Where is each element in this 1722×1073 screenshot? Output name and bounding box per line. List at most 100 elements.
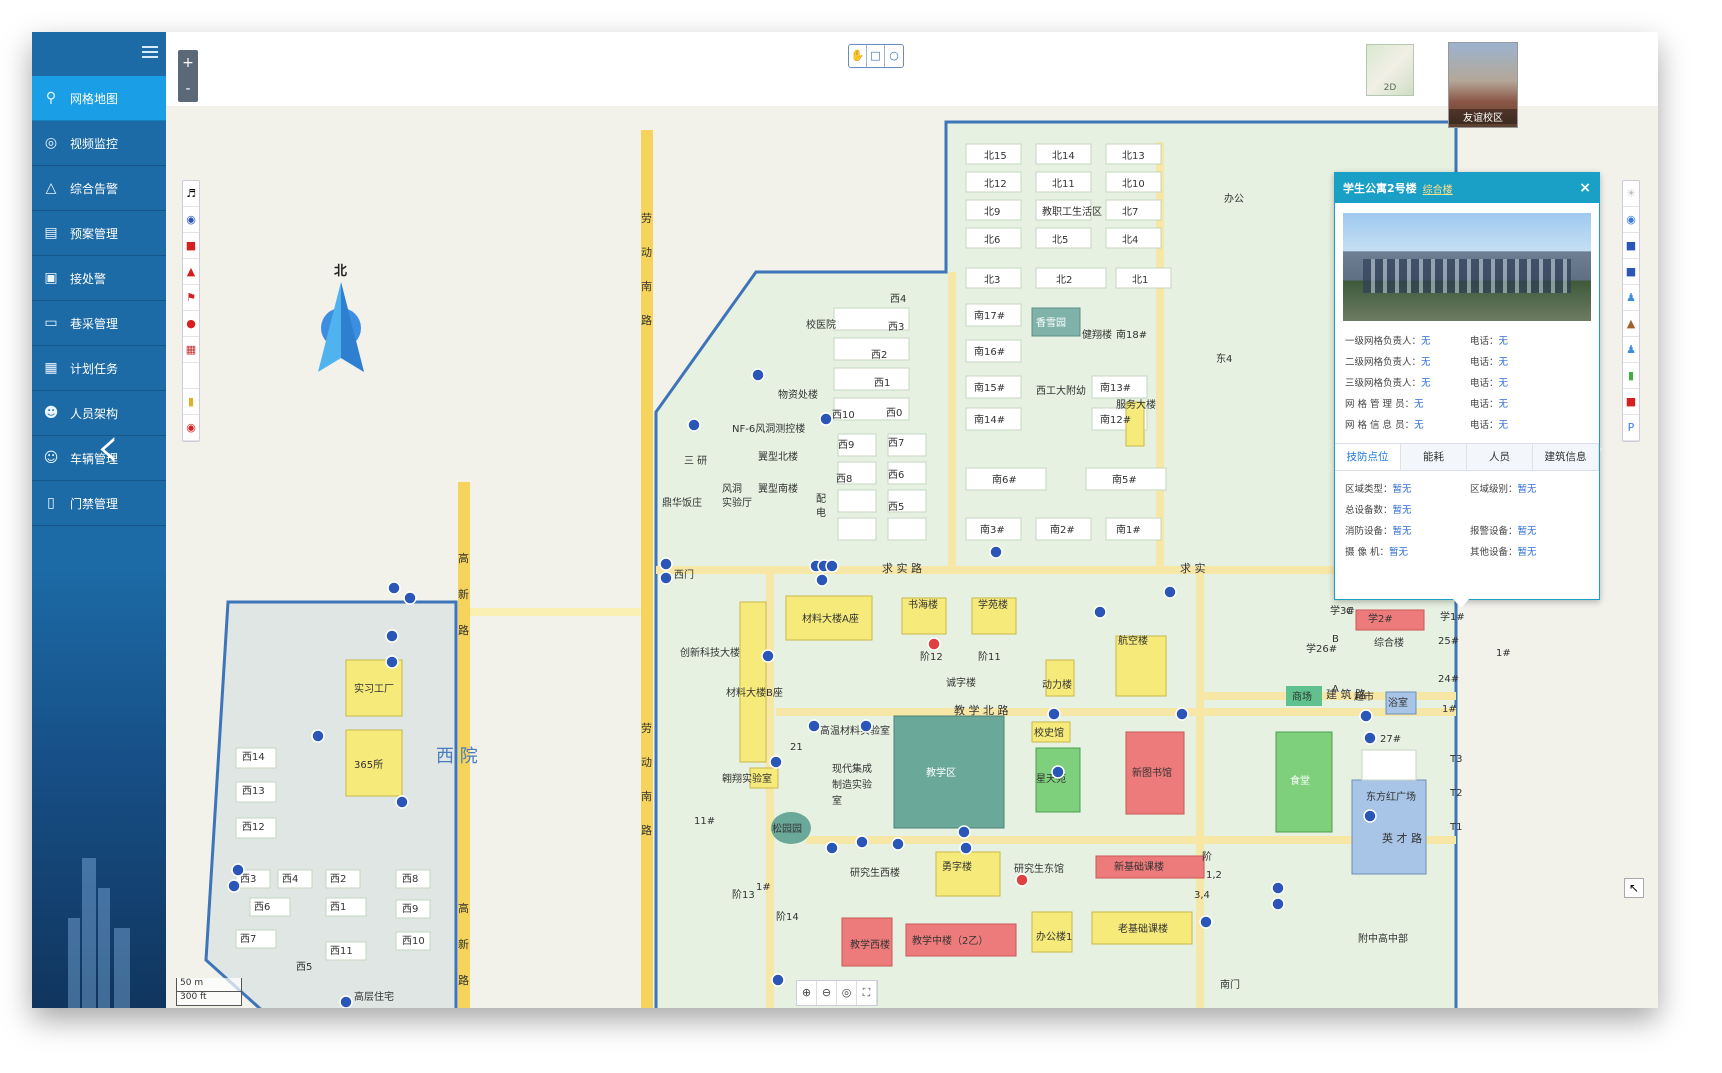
google-icon[interactable]: ◉ — [1623, 207, 1639, 233]
draw-tools: ✋ □ ○ — [848, 44, 904, 68]
svg-text:北4: 北4 — [1122, 234, 1138, 246]
responsible-row: 一级网格负责人：无 — [1345, 336, 1431, 347]
zoom-in-button[interactable]: + — [178, 50, 198, 76]
shop-icon[interactable]: ■ — [1623, 389, 1639, 415]
app-window: ⚲ 网格地图 ◎ 视频监控 △ 综合告警 ▤ 预案管理 ▣ 接处警 ▭ 巷采管理… — [32, 32, 1658, 1008]
svg-text:诚字楼: 诚字楼 — [946, 676, 976, 689]
phone-row: 电话：无 — [1470, 399, 1509, 410]
svg-text:浴室: 浴室 — [1388, 696, 1408, 709]
menu-toggle-icon[interactable] — [142, 46, 158, 62]
campus-switch-button[interactable]: 友谊校区 — [1448, 42, 1518, 128]
tab-energy[interactable]: 能耗 — [1401, 444, 1467, 470]
popup-title-link[interactable]: 综合楼 — [1423, 181, 1453, 196]
svg-text:1#: 1# — [1442, 704, 1457, 715]
svg-text:劳: 劳 — [641, 722, 652, 735]
svg-text:路: 路 — [641, 824, 652, 837]
flag-icon[interactable]: ⚑ — [183, 285, 199, 311]
smoke-detector-icon[interactable]: ● — [183, 311, 199, 337]
blank-tool-icon[interactable] — [183, 363, 199, 389]
pan-hand-icon[interactable]: ✋ — [849, 45, 867, 67]
circle-select-icon[interactable]: ○ — [885, 45, 903, 67]
svg-text:北9: 北9 — [984, 206, 1000, 218]
chevron-left-icon[interactable]: ‹ — [96, 412, 120, 482]
camera-layer-icon[interactable]: ◉ — [183, 207, 199, 233]
svg-text:路: 路 — [641, 314, 652, 327]
building-icon[interactable]: ■ — [1623, 233, 1639, 259]
detail-row: 报警设备：暂无 — [1470, 526, 1537, 537]
pedestrian-icon[interactable]: ♟ — [1623, 337, 1639, 363]
fire-alarm-icon[interactable]: ■ — [183, 233, 199, 259]
sidebar-item-door-access[interactable]: ▯ 门禁管理 — [32, 481, 166, 526]
sun-icon[interactable]: ☀ — [1623, 181, 1639, 207]
person-icon[interactable]: ♟ — [1623, 285, 1639, 311]
svg-text:西7: 西7 — [240, 934, 256, 945]
sidebar-item-plan[interactable]: ▤ 预案管理 — [32, 211, 166, 256]
svg-text:制造实验: 制造实验 — [832, 778, 872, 791]
svg-text:3,4: 3,4 — [1194, 890, 1210, 901]
svg-text:松园园: 松园园 — [772, 822, 802, 835]
sidebar-item-tasks[interactable]: ▦ 计划任务 — [32, 346, 166, 391]
scale-imperial: 300 ft — [176, 992, 242, 1006]
map-bottom-tools: ⊕ ⊖ ◎ ⛶ — [796, 980, 878, 1006]
svg-text:翱翔实验室: 翱翔实验室 — [722, 772, 772, 785]
sidebar-item-patrol[interactable]: ▭ 巷采管理 — [32, 301, 166, 346]
sidebar-item-label: 综合告警 — [70, 181, 119, 196]
arrow-up-left-icon[interactable]: ↖ — [1624, 878, 1644, 898]
door-icon[interactable]: ▮ — [183, 389, 199, 415]
svg-text:西6: 西6 — [888, 470, 904, 481]
svg-text:研究生西楼: 研究生西楼 — [850, 866, 900, 879]
svg-text:材料大楼B座: 材料大楼B座 — [726, 686, 783, 699]
svg-text:南5#: 南5# — [1112, 473, 1137, 486]
close-icon[interactable]: × — [1579, 180, 1591, 196]
svg-text:勇字楼: 勇字楼 — [942, 860, 972, 873]
svg-text:配: 配 — [816, 493, 826, 505]
svg-text:西10: 西10 — [832, 410, 855, 421]
building-yongzi — [935, 851, 1001, 897]
map-mode-2d-button[interactable]: 2D — [1366, 44, 1414, 96]
svg-text:27#: 27# — [1380, 734, 1401, 745]
alarm-handling-icon: ▣ — [44, 270, 58, 286]
svg-text:电: 电 — [816, 506, 826, 519]
svg-text:教学区: 教学区 — [926, 766, 956, 779]
svg-text:南: 南 — [641, 790, 652, 803]
gate-icon[interactable]: ▦ — [183, 337, 199, 363]
popup-pointer — [1453, 599, 1469, 608]
svg-text:香雪园: 香雪园 — [1036, 317, 1066, 329]
fire-hydrant-icon[interactable]: ▲ — [183, 259, 199, 285]
svg-text:南6#: 南6# — [992, 473, 1017, 486]
sidebar-item-alarm[interactable]: △ 综合告警 — [32, 166, 166, 211]
tab-personnel[interactable]: 人员 — [1467, 444, 1533, 470]
zoom-out-button[interactable]: - — [178, 76, 198, 102]
sidebar-item-label: 视频监控 — [70, 136, 119, 151]
fountain-icon[interactable]: ▲ — [1623, 311, 1639, 337]
svg-text:北15: 北15 — [984, 150, 1007, 162]
map-view[interactable]: 北15 北14 北13 北12 北11 北10 北9 教职工生活区 北7 北6 北5 北4 北3… — [96, 32, 1658, 1008]
fullscreen-icon[interactable]: ⛶ — [857, 981, 877, 1005]
svg-text:求 实: 求 实 — [1180, 561, 1206, 575]
svg-text:建 筑 路: 建 筑 路 — [1326, 687, 1366, 701]
svg-text:阶11: 阶11 — [978, 650, 1001, 663]
rectangle-select-icon[interactable]: □ — [867, 45, 885, 67]
responsible-row: 网 格 信 息 员：无 — [1345, 420, 1424, 431]
sidebar-item-label: 网格地图 — [70, 91, 119, 106]
svg-text:北7: 北7 — [1122, 206, 1138, 218]
tab-security-points[interactable]: 技防点位 — [1335, 444, 1401, 470]
parking-icon[interactable]: P — [1623, 415, 1639, 441]
sidebar-item-grid-map[interactable]: ⚲ 网格地图 — [32, 76, 166, 121]
svg-text:T3: T3 — [1449, 754, 1462, 765]
detail-row: 消防设备：暂无 — [1345, 526, 1412, 537]
alarm-bell-icon[interactable]: ◉ — [183, 415, 199, 441]
sidebar-item-video[interactable]: ◎ 视频监控 — [32, 121, 166, 166]
sidebar-item-label: 预案管理 — [70, 226, 119, 241]
building-alt-icon[interactable]: ■ — [1623, 259, 1639, 285]
zoom-out-magnifier-icon[interactable]: ⊖ — [817, 981, 837, 1005]
zoom-in-magnifier-icon[interactable]: ⊕ — [797, 981, 817, 1005]
svg-text:北3: 北3 — [984, 274, 1000, 286]
tab-building-info[interactable]: 建筑信息 — [1533, 444, 1599, 470]
svg-text:办公: 办公 — [1224, 192, 1244, 205]
svg-text:南门: 南门 — [1220, 978, 1240, 991]
locate-icon[interactable]: ◎ — [837, 981, 857, 1005]
sidebar-item-dispatch[interactable]: ▣ 接处警 — [32, 256, 166, 301]
bottle-icon[interactable]: ▮ — [1623, 363, 1639, 389]
speaker-icon[interactable]: ♬ — [183, 181, 199, 207]
